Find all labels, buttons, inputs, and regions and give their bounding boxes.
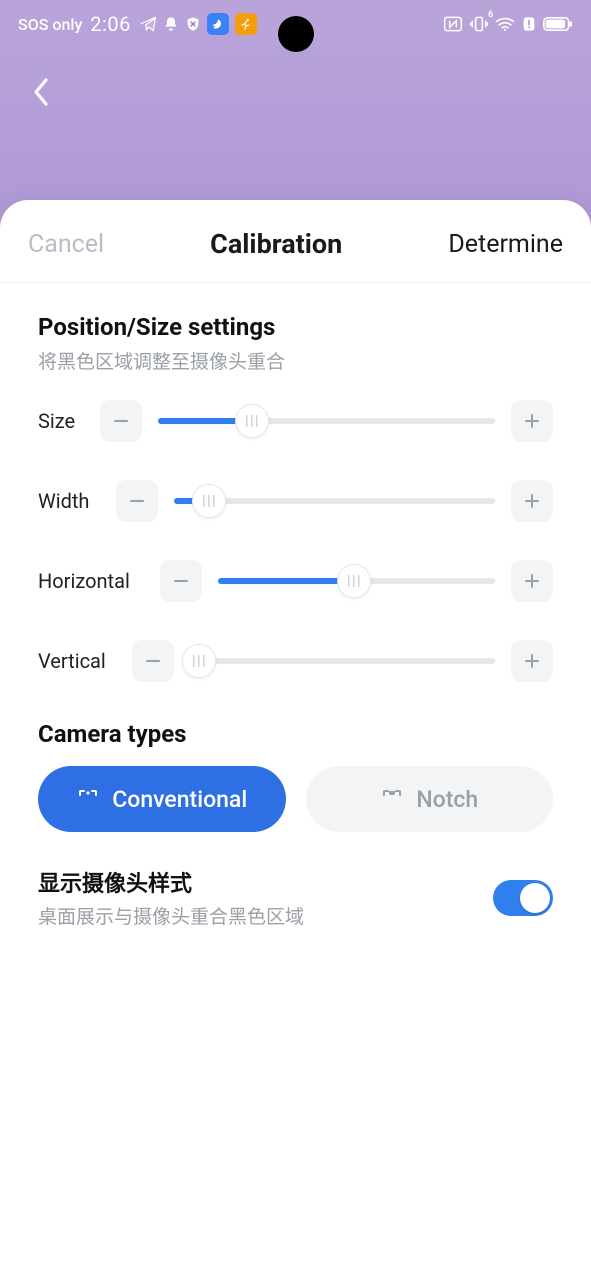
vertical-row: Vertical [38,640,553,682]
size-decrease-button[interactable] [100,400,142,442]
size-increase-button[interactable] [511,400,553,442]
sheet-header: Cancel Calibration Determine [0,200,591,283]
camera-type-notch-label: Notch [416,786,478,813]
telegram-icon [139,15,157,33]
horizontal-slider-thumb[interactable] [337,564,371,598]
horizontal-decrease-button[interactable] [160,560,202,602]
plus-icon [523,412,541,430]
position-size-heading: Position/Size settings [38,313,553,341]
app-icon-runner [235,13,257,35]
show-camera-style-title: 显示摄像头样式 [38,866,304,898]
camera-type-conventional-label: Conventional [112,786,247,813]
horizontal-label: Horizontal [38,569,160,593]
horizontal-row: Horizontal [38,560,553,602]
vertical-decrease-button[interactable] [132,640,174,682]
size-slider[interactable] [158,400,495,442]
width-increase-button[interactable] [511,480,553,522]
wifi-icon: 6 [495,16,515,32]
cancel-button[interactable]: Cancel [28,230,104,259]
width-decrease-button[interactable] [116,480,158,522]
alert-icon [521,16,537,32]
minus-icon [172,572,190,590]
conventional-icon [76,787,100,811]
toggle-knob [520,883,550,913]
show-camera-style-subtitle: 桌面展示与摄像头重合黑色区域 [38,902,304,929]
size-label: Size [38,409,100,433]
width-label: Width [38,489,116,513]
minus-icon [144,652,162,670]
camera-type-options: Conventional Notch [38,766,553,832]
width-slider-thumb[interactable] [192,484,226,518]
shield-x-icon [185,16,201,32]
vertical-increase-button[interactable] [511,640,553,682]
horizontal-increase-button[interactable] [511,560,553,602]
width-row: Width [38,480,553,522]
position-size-subtitle: 将黑色区域调整至摄像头重合 [38,347,553,374]
bell-icon [163,16,179,32]
calibration-sheet: Cancel Calibration Determine Position/Si… [0,200,591,1280]
minus-icon [112,412,130,430]
show-camera-style-toggle[interactable] [493,880,553,916]
camera-type-conventional[interactable]: Conventional [38,766,286,832]
camera-punch-hole [278,16,314,52]
vertical-label: Vertical [38,649,132,673]
wifi-band-label: 6 [488,10,493,20]
notch-icon [380,787,404,811]
show-camera-style-text: 显示摄像头样式 桌面展示与摄像头重合黑色区域 [38,866,304,929]
app-icon-bird [207,13,229,35]
camera-type-notch[interactable]: Notch [306,766,554,832]
plus-icon [523,492,541,510]
nfc-icon [443,15,463,33]
plus-icon [523,652,541,670]
width-slider[interactable] [174,480,495,522]
network-status-label: SOS only [18,15,82,34]
camera-types-section: Camera types Conventional Notch [38,720,553,832]
sheet-title: Calibration [210,228,342,260]
battery-icon [543,16,573,32]
show-camera-style-row: 显示摄像头样式 桌面展示与摄像头重合黑色区域 [38,866,553,929]
minus-icon [128,492,146,510]
size-row: Size [38,400,553,442]
chevron-left-icon [32,77,52,107]
vertical-slider[interactable] [190,640,495,682]
status-app-icons [139,13,257,35]
status-time: 2:06 [90,12,131,36]
back-button[interactable] [22,72,62,112]
sheet-body: Position/Size settings 将黑色区域调整至摄像头重合 Siz… [0,283,591,929]
status-bar-right: 6 [443,15,573,33]
horizontal-slider[interactable] [218,560,495,602]
vibrate-icon [469,15,489,33]
size-slider-thumb[interactable] [235,404,269,438]
determine-button[interactable]: Determine [448,230,563,259]
plus-icon [523,572,541,590]
status-bar-left: SOS only 2:06 [18,12,257,36]
vertical-slider-thumb[interactable] [182,644,216,678]
camera-types-heading: Camera types [38,720,553,748]
